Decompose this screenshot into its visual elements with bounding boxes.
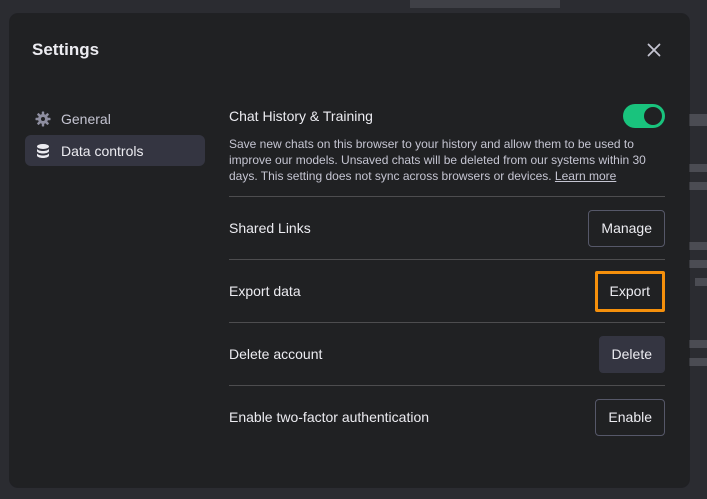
- data-controls-panel: Chat History & Training Save new chats o…: [229, 102, 665, 448]
- gear-icon: [35, 111, 51, 127]
- nav-item-label: General: [61, 110, 111, 127]
- chat-history-title: Chat History & Training: [229, 108, 373, 124]
- chat-history-toggle[interactable]: [623, 104, 665, 128]
- nav-item-general[interactable]: General: [25, 103, 205, 134]
- export-data-label: Export data: [229, 283, 301, 299]
- learn-more-link[interactable]: Learn more: [555, 169, 616, 183]
- delete-button[interactable]: Delete: [598, 335, 665, 373]
- close-button[interactable]: [642, 38, 666, 62]
- background-text-fragment: [689, 164, 707, 190]
- chat-history-section: Chat History & Training Save new chats o…: [229, 102, 665, 197]
- background-text-fragment: [689, 242, 707, 286]
- export-button[interactable]: Export: [594, 270, 665, 312]
- database-icon: [35, 143, 51, 159]
- background-heading-fragment: [410, 0, 560, 8]
- manage-button[interactable]: Manage: [588, 209, 665, 247]
- background-text-fragment: [688, 114, 707, 126]
- nav-item-data-controls[interactable]: Data controls: [25, 135, 205, 166]
- settings-nav: General Data controls: [25, 103, 205, 167]
- enable-button[interactable]: Enable: [595, 398, 665, 436]
- close-icon: [647, 43, 661, 57]
- delete-account-label: Delete account: [229, 346, 323, 362]
- chat-history-description: Save new chats on this browser to your h…: [229, 136, 649, 184]
- nav-item-label: Data controls: [61, 142, 144, 159]
- toggle-knob: [644, 107, 662, 125]
- two-factor-label: Enable two-factor authentication: [229, 409, 430, 425]
- settings-dialog: Settings General Data controls Chat Hist…: [10, 14, 689, 487]
- shared-links-label: Shared Links: [229, 220, 311, 236]
- dialog-title: Settings: [32, 40, 100, 59]
- delete-account-row: Delete account Delete: [229, 323, 665, 386]
- export-data-row: Export data Export: [229, 260, 665, 323]
- background-text-fragment: [689, 340, 707, 366]
- shared-links-row: Shared Links Manage: [229, 197, 665, 260]
- two-factor-row: Enable two-factor authentication Enable: [229, 386, 665, 448]
